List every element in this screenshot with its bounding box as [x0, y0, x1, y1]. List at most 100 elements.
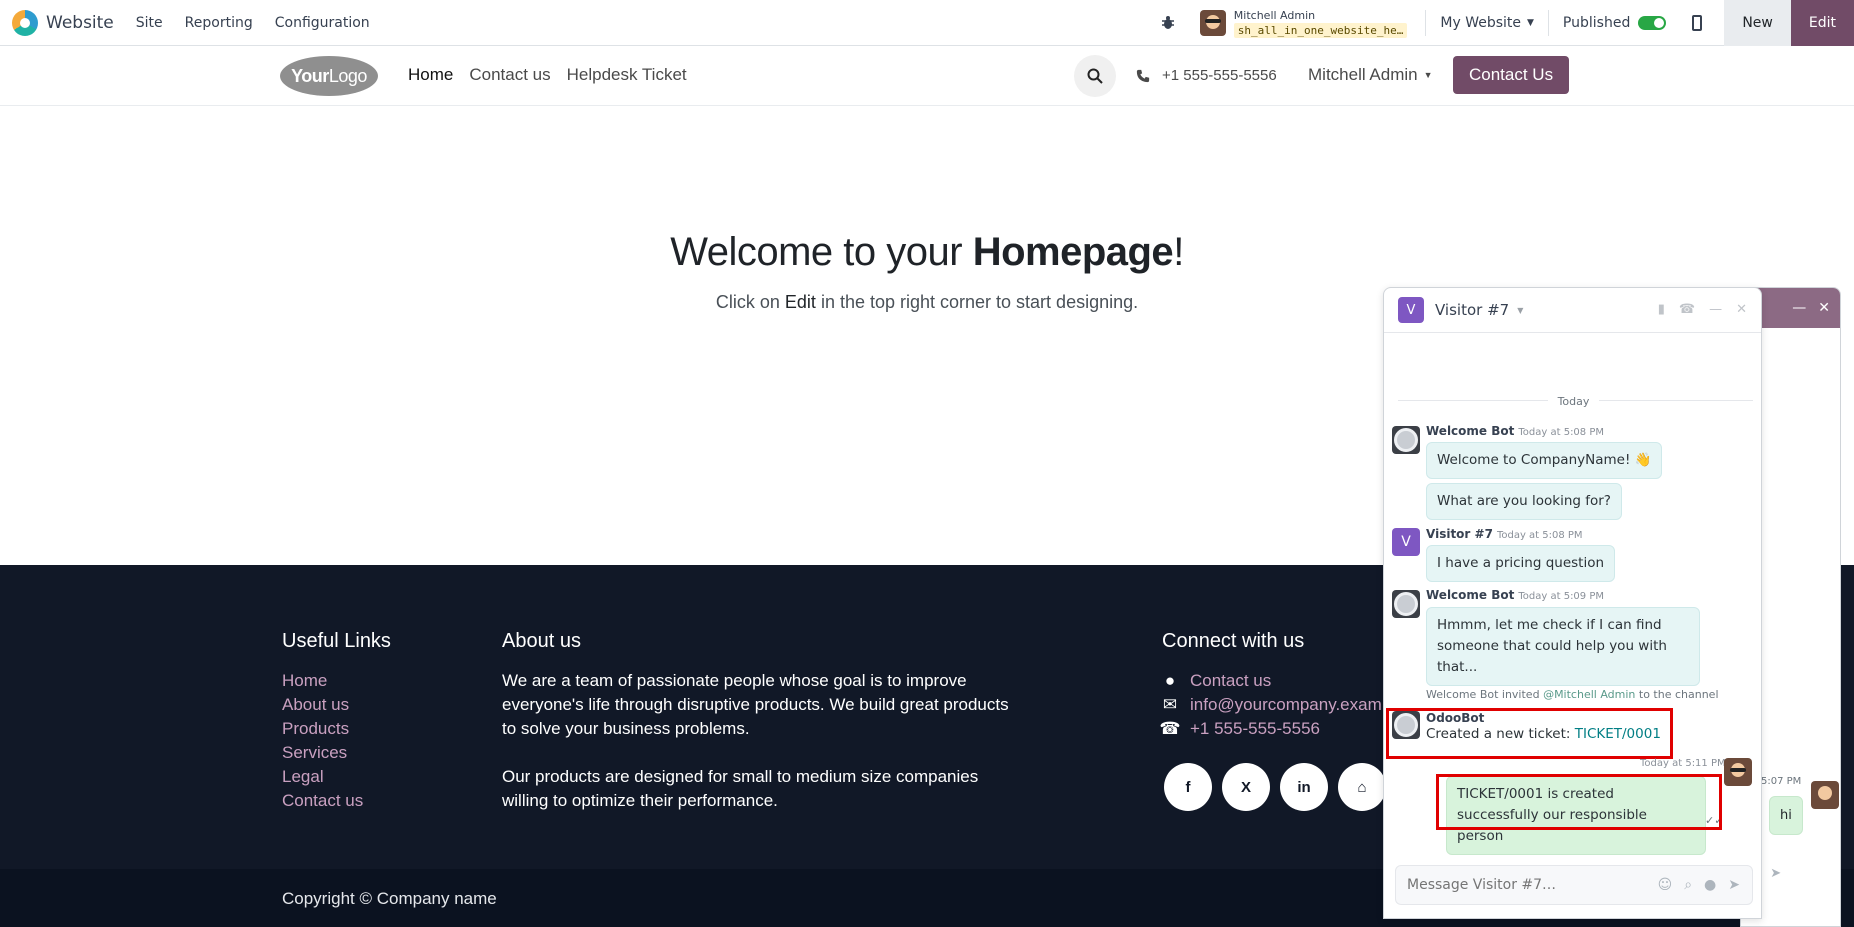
website-switcher[interactable]: My Website ▼ [1426, 15, 1548, 31]
linkedin-icon[interactable]: in [1280, 763, 1328, 811]
own-avatar [1724, 758, 1752, 786]
menu-reporting[interactable]: Reporting [185, 15, 253, 31]
site-user-name: Mitchell Admin [1308, 65, 1418, 84]
message-bubble: I have a pricing question [1426, 545, 1616, 582]
nav-helpdesk-ticket[interactable]: Helpdesk Ticket [567, 65, 687, 85]
logo-bold: Your [291, 65, 329, 86]
published-toggle[interactable]: Published [1549, 15, 1680, 31]
published-label: Published [1562, 15, 1631, 31]
x-twitter-icon[interactable]: X [1222, 763, 1270, 811]
footer-link-legal[interactable]: Legal [282, 765, 363, 789]
header-phone-number: +1 555-555-5556 [1162, 67, 1277, 84]
phone-icon [1136, 69, 1150, 82]
menu-site[interactable]: Site [136, 15, 163, 31]
admin-right: Mitchell Admin sh_all_in_one_website_he…… [1160, 0, 1854, 46]
hero-sub-post: in the top right corner to start designi… [815, 292, 1139, 312]
video-camera-icon[interactable]: ▮ [1658, 302, 1665, 317]
search-icon [1087, 68, 1103, 84]
message-input[interactable] [1407, 877, 1627, 893]
footer-link-products[interactable]: Products [282, 717, 363, 741]
footer-link-services[interactable]: Services [282, 741, 363, 765]
contact-us-button[interactable]: Contact Us [1453, 56, 1570, 94]
connect-phone[interactable]: ☎ +1 555-555-5556 [1159, 717, 1382, 741]
send-icon[interactable]: ➤ [1770, 866, 1781, 881]
phone-icon[interactable]: ☎ [1679, 302, 1695, 317]
hero-title: Welcome to your Homepage! [0, 230, 1854, 275]
useful-links-title: Useful Links [282, 630, 391, 652]
footer-link-contact[interactable]: Contact us [282, 789, 363, 813]
system-note-post: to the channel [1635, 688, 1719, 701]
visitor-avatar: V [1392, 528, 1420, 556]
user-name: Mitchell Admin [1233, 8, 1316, 22]
message-time: Today at 5:08 PM [1518, 427, 1604, 438]
paperclip-icon[interactable]: ⌕ [1684, 877, 1692, 893]
connect-title: Connect with us [1162, 630, 1305, 652]
chat-title[interactable]: Visitor #7 ▼ [1435, 301, 1523, 319]
phone-icon: ☎ [1159, 719, 1181, 738]
mention-link[interactable]: @Mitchell Admin [1543, 688, 1635, 701]
chat-header-actions: ▮ ☎ — ✕ [1658, 302, 1747, 317]
about-paragraph-1: We are a team of passionate people whose… [502, 671, 1009, 738]
message-time: Today at 5:11 PM [1640, 758, 1726, 769]
admin-menu: Site Reporting Configuration [136, 15, 370, 31]
admin-navbar: Website Site Reporting Configuration Mit… [0, 0, 1854, 46]
nav-contact-us[interactable]: Contact us [469, 65, 550, 85]
close-icon[interactable]: ✕ [1818, 300, 1830, 316]
close-icon[interactable]: ✕ [1736, 302, 1747, 317]
home-icon[interactable]: ⌂ [1338, 763, 1386, 811]
facebook-icon[interactable]: f [1164, 763, 1212, 811]
debug-bug-icon[interactable] [1160, 15, 1176, 31]
system-notification: Welcome Bot invited @Mitchell Admin to t… [1426, 688, 1719, 701]
user-switch[interactable]: Mitchell Admin sh_all_in_one_website_he… [1199, 8, 1408, 38]
message-author: Visitor #7 Today at 5:08 PM [1426, 527, 1583, 541]
new-button[interactable]: New [1724, 0, 1791, 46]
app-brand[interactable]: Website [12, 9, 114, 36]
send-icon[interactable]: ➤ [1728, 877, 1740, 893]
mobile-preview-icon[interactable] [1692, 15, 1703, 31]
message-time: Today at 5:09 PM [1518, 591, 1604, 602]
microphone-icon[interactable]: ● [1704, 877, 1716, 893]
message-bubble: What are you looking for? [1426, 483, 1622, 520]
comment-icon: ● [1164, 671, 1176, 690]
connect-contact[interactable]: ● Contact us [1162, 669, 1382, 693]
message-avatar [1811, 781, 1839, 809]
connect-phone-label: +1 555-555-5556 [1190, 719, 1320, 738]
minimize-icon[interactable]: — [1792, 300, 1806, 316]
message-author: Welcome Bot Today at 5:08 PM [1426, 424, 1604, 438]
visitor-badge: V [1398, 297, 1424, 323]
database-name: sh_all_in_one_website_he… [1233, 22, 1408, 38]
message-bubble: hi [1769, 796, 1803, 835]
logo-rest: Logo [328, 65, 368, 86]
header-phone[interactable]: +1 555-555-5556 [1136, 67, 1277, 84]
footer-link-about[interactable]: About us [282, 693, 363, 717]
copyright-text: Copyright © Company name [282, 889, 497, 908]
website-header: Your Logo Home Contact us Helpdesk Ticket… [0, 46, 1854, 106]
author-name: Visitor #7 [1426, 527, 1493, 541]
useful-links-list: Home About us Products Services Legal Co… [282, 669, 363, 813]
site-user-menu[interactable]: Mitchell Admin ▼ [1308, 65, 1433, 85]
site-logo[interactable]: Your Logo [280, 56, 378, 96]
hero-title-pre: Welcome to your [670, 230, 973, 274]
connect-email[interactable]: ✉ info@yourcompany.exam [1162, 693, 1382, 717]
emoji-icon[interactable]: ☺ [1658, 877, 1673, 893]
odoo-app-icon [12, 9, 38, 36]
minimize-icon[interactable]: — [1709, 302, 1722, 317]
author-name: Welcome Bot [1426, 424, 1515, 438]
search-button[interactable] [1074, 55, 1116, 97]
toggle-switch[interactable] [1638, 16, 1667, 30]
nav-home[interactable]: Home [408, 65, 453, 85]
highlight-box [1386, 708, 1673, 759]
envelope-icon: ✉ [1162, 695, 1178, 714]
message-bubble: Hmmm, let me check if I can find someone… [1426, 607, 1700, 686]
about-text: We are a team of passionate people whose… [502, 669, 1022, 837]
edit-button[interactable]: Edit [1790, 0, 1854, 46]
app-name: Website [46, 12, 114, 33]
composer-icons: ☺ ⌕ ● ➤ [1658, 877, 1740, 893]
website-switcher-label: My Website [1440, 15, 1521, 31]
menu-configuration[interactable]: Configuration [275, 15, 370, 31]
about-title: About us [502, 630, 581, 652]
chat-window: V Visitor #7 ▼ ▮ ☎ — ✕ Today Welcome Bot… [1383, 287, 1762, 919]
date-divider: Today [1384, 393, 1761, 409]
bot-avatar [1392, 590, 1420, 618]
footer-link-home[interactable]: Home [282, 669, 363, 693]
